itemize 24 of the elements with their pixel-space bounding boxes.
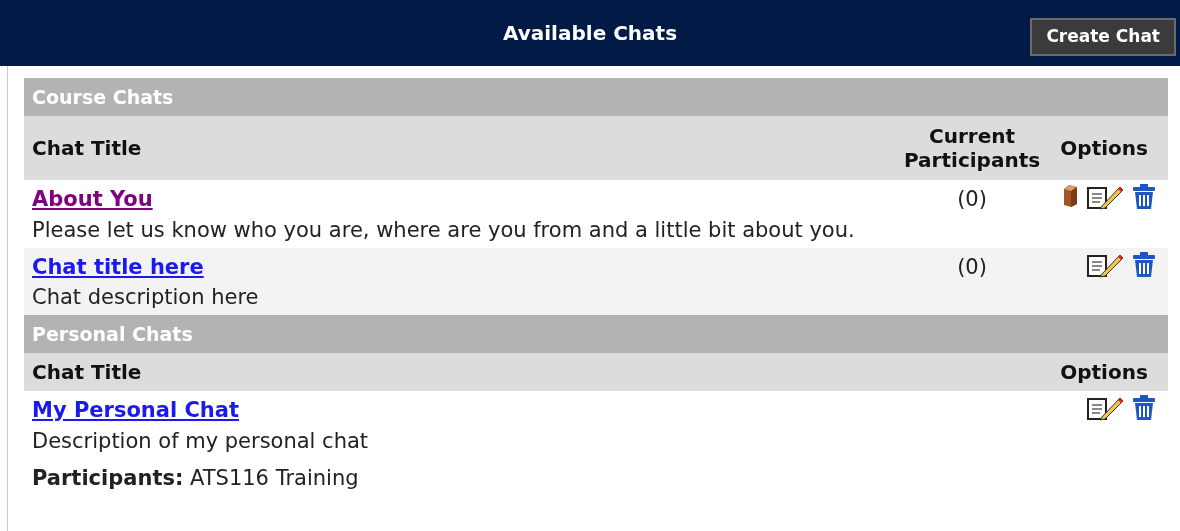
page-title: Available Chats <box>502 20 678 47</box>
edit-icon[interactable] <box>1086 184 1124 210</box>
chat-description: Description of my personal chat <box>32 427 369 455</box>
chat-title-link[interactable]: Chat title here <box>32 251 204 283</box>
edit-icon[interactable] <box>1086 395 1124 421</box>
trash-icon[interactable] <box>1132 251 1156 278</box>
chat-description: Please let us know who you are, where are you from and a little bit about you. <box>32 216 855 244</box>
column-header: Chat Title <box>32 135 142 162</box>
chat-description: Chat description here <box>32 284 259 311</box>
chat-title-link[interactable]: My Personal Chat <box>32 395 240 427</box>
column-header: Chat Title <box>32 359 142 386</box>
participant-count: (0) <box>957 253 987 281</box>
book-icon[interactable] <box>1062 184 1078 208</box>
participants-line: Participants: ATS116 Training <box>32 464 359 492</box>
create-chat-button[interactable]: Create Chat <box>1030 18 1176 56</box>
column-header: Options <box>1060 135 1148 162</box>
trash-icon[interactable] <box>1132 184 1156 210</box>
chat-title-link[interactable]: About You <box>32 184 153 216</box>
section-header: Personal Chats <box>24 315 1168 353</box>
section-header: Course Chats <box>24 78 1168 116</box>
column-header: Current Participants <box>904 124 1041 172</box>
trash-icon[interactable] <box>1132 395 1156 421</box>
column-header: Options <box>1060 359 1148 386</box>
participant-count: (0) <box>957 186 987 213</box>
